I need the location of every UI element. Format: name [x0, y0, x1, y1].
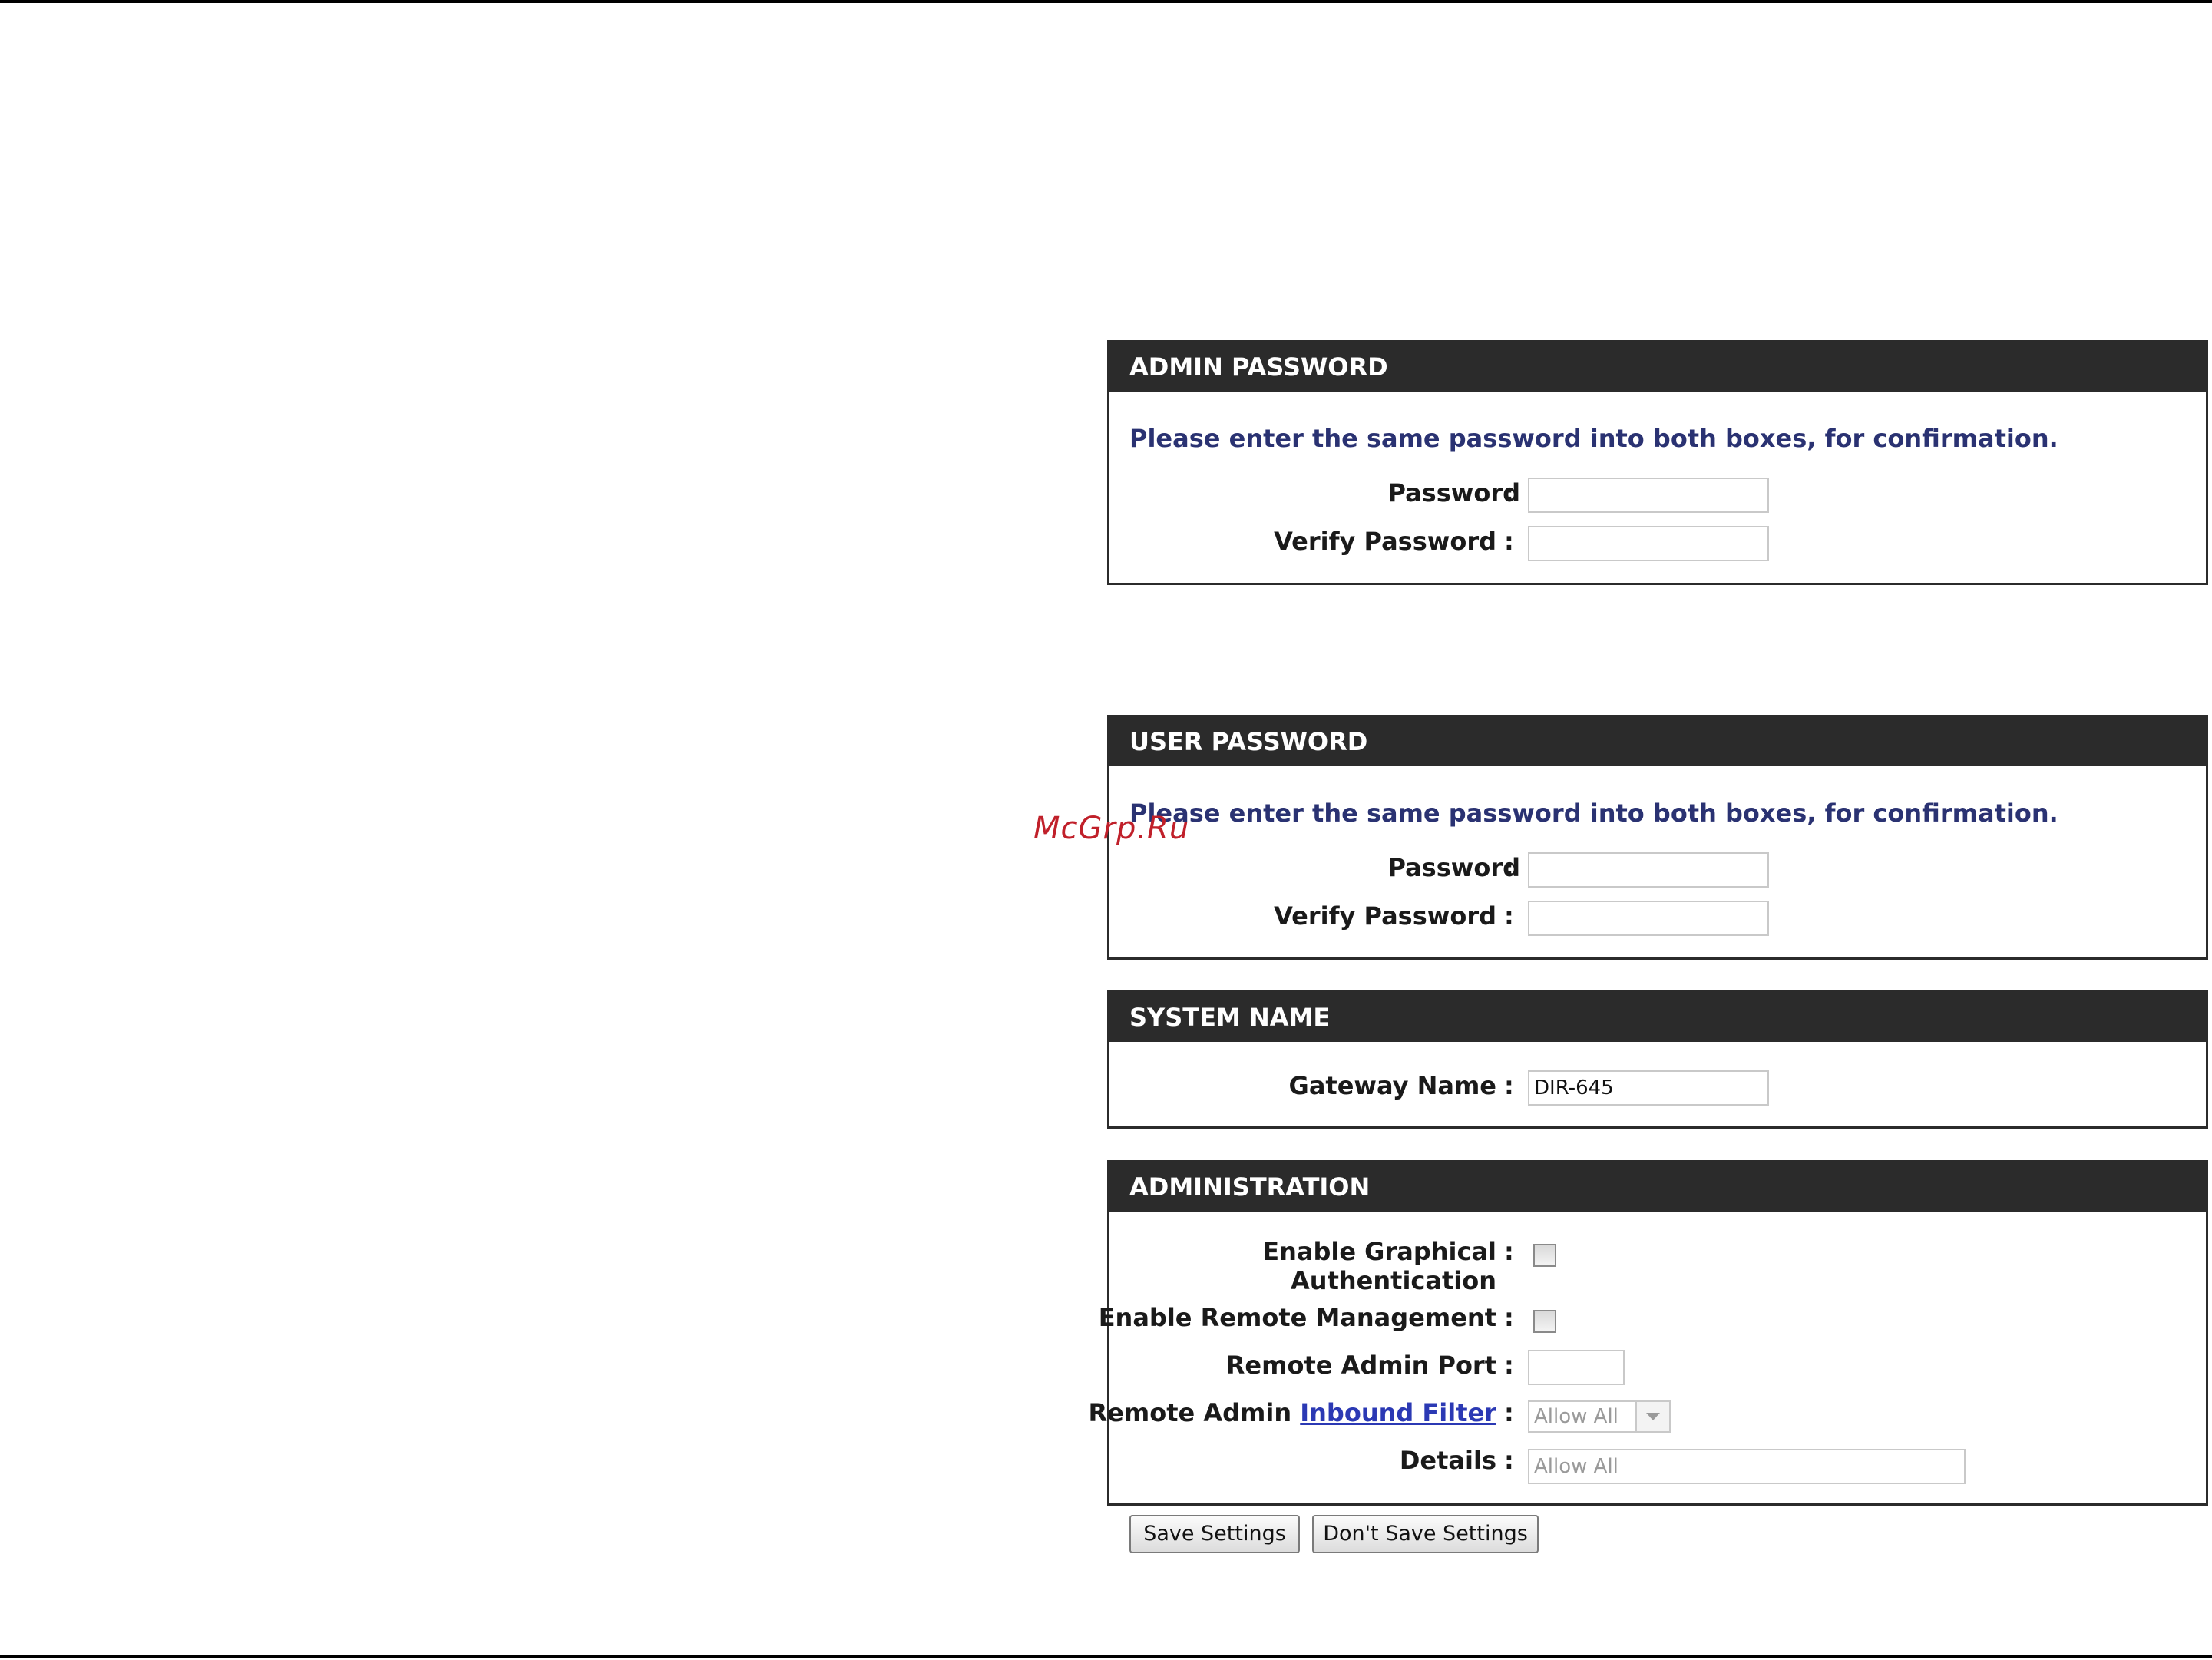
watermark: McGrp.Ru: [1033, 811, 1190, 846]
admin-password-instruction: Please enter the same password into both…: [1129, 424, 2058, 453]
bottom-rule: [0, 1655, 2212, 1658]
remote-management-checkbox[interactable]: [1533, 1310, 1556, 1333]
inbound-filter-label: Remote Admin Inbound Filter: [1089, 1398, 1496, 1427]
admin-password-input[interactable]: [1528, 478, 1769, 513]
admin-verify-password-input[interactable]: [1528, 526, 1769, 561]
remote-management-colon: :: [1504, 1303, 1514, 1332]
inbound-filter-colon: :: [1504, 1398, 1514, 1427]
admin-password-header: ADMIN PASSWORD: [1109, 342, 2206, 392]
admin-password-colon: :: [1504, 478, 1514, 508]
gateway-name-input[interactable]: [1528, 1070, 1769, 1106]
user-password-label: Password: [1387, 853, 1520, 882]
details-label: Details: [1399, 1446, 1496, 1475]
inbound-filter-label-prefix: Remote Admin: [1088, 1398, 1292, 1427]
user-password-input[interactable]: [1528, 852, 1769, 888]
administration-header: ADMINISTRATION: [1109, 1162, 2206, 1212]
user-verify-password-colon: :: [1504, 901, 1514, 931]
admin-password-label: Password: [1387, 478, 1520, 508]
details-colon: :: [1504, 1446, 1514, 1475]
admin-verify-password-label: Verify Password: [1274, 527, 1496, 556]
remote-admin-port-label: Remote Admin Port: [1225, 1351, 1496, 1380]
remote-admin-port-colon: :: [1504, 1351, 1514, 1380]
administration-panel: ADMINISTRATION Enable Graphical Authenti…: [1089, 1160, 2208, 1506]
graphical-auth-label-line1: Enable Graphical: [1262, 1237, 1496, 1266]
graphical-auth-checkbox[interactable]: [1533, 1244, 1556, 1267]
admin-password-panel: ADMIN PASSWORD Please enter the same pas…: [1107, 340, 2208, 585]
inbound-filter-dropdown-button[interactable]: [1635, 1402, 1669, 1431]
system-name-panel: SYSTEM NAME Gateway Name :: [1107, 990, 2208, 1129]
remote-admin-port-input[interactable]: [1528, 1350, 1625, 1385]
user-password-header: USER PASSWORD: [1109, 717, 2206, 766]
user-verify-password-label: Verify Password: [1274, 901, 1496, 931]
graphical-auth-label: Enable Graphical Authentication: [1262, 1237, 1496, 1295]
graphical-auth-label-line2: Authentication: [1291, 1266, 1496, 1295]
gateway-name-label: Gateway Name: [1288, 1071, 1496, 1100]
user-verify-password-input[interactable]: [1528, 901, 1769, 936]
inbound-filter-link[interactable]: Inbound Filter: [1300, 1398, 1496, 1427]
top-rule: [0, 0, 2212, 3]
inbound-filter-selected: Allow All: [1534, 1405, 1618, 1428]
remote-management-label: Enable Remote Management: [1098, 1303, 1496, 1332]
chevron-down-icon: [1646, 1413, 1660, 1420]
details-field: Allow All: [1528, 1449, 1966, 1484]
inbound-filter-select[interactable]: Allow All: [1528, 1400, 1671, 1433]
user-password-instruction: Please enter the same password into both…: [1129, 799, 2058, 828]
save-settings-button[interactable]: Save Settings: [1129, 1515, 1300, 1553]
user-password-panel: USER PASSWORD Please enter the same pass…: [1107, 715, 2208, 960]
admin-verify-password-colon: :: [1504, 527, 1514, 556]
dont-save-settings-button[interactable]: Don't Save Settings: [1312, 1515, 1539, 1553]
graphical-auth-colon: :: [1504, 1237, 1514, 1266]
user-password-colon: :: [1504, 853, 1514, 882]
gateway-name-colon: :: [1504, 1071, 1514, 1100]
system-name-header: SYSTEM NAME: [1109, 993, 2206, 1042]
